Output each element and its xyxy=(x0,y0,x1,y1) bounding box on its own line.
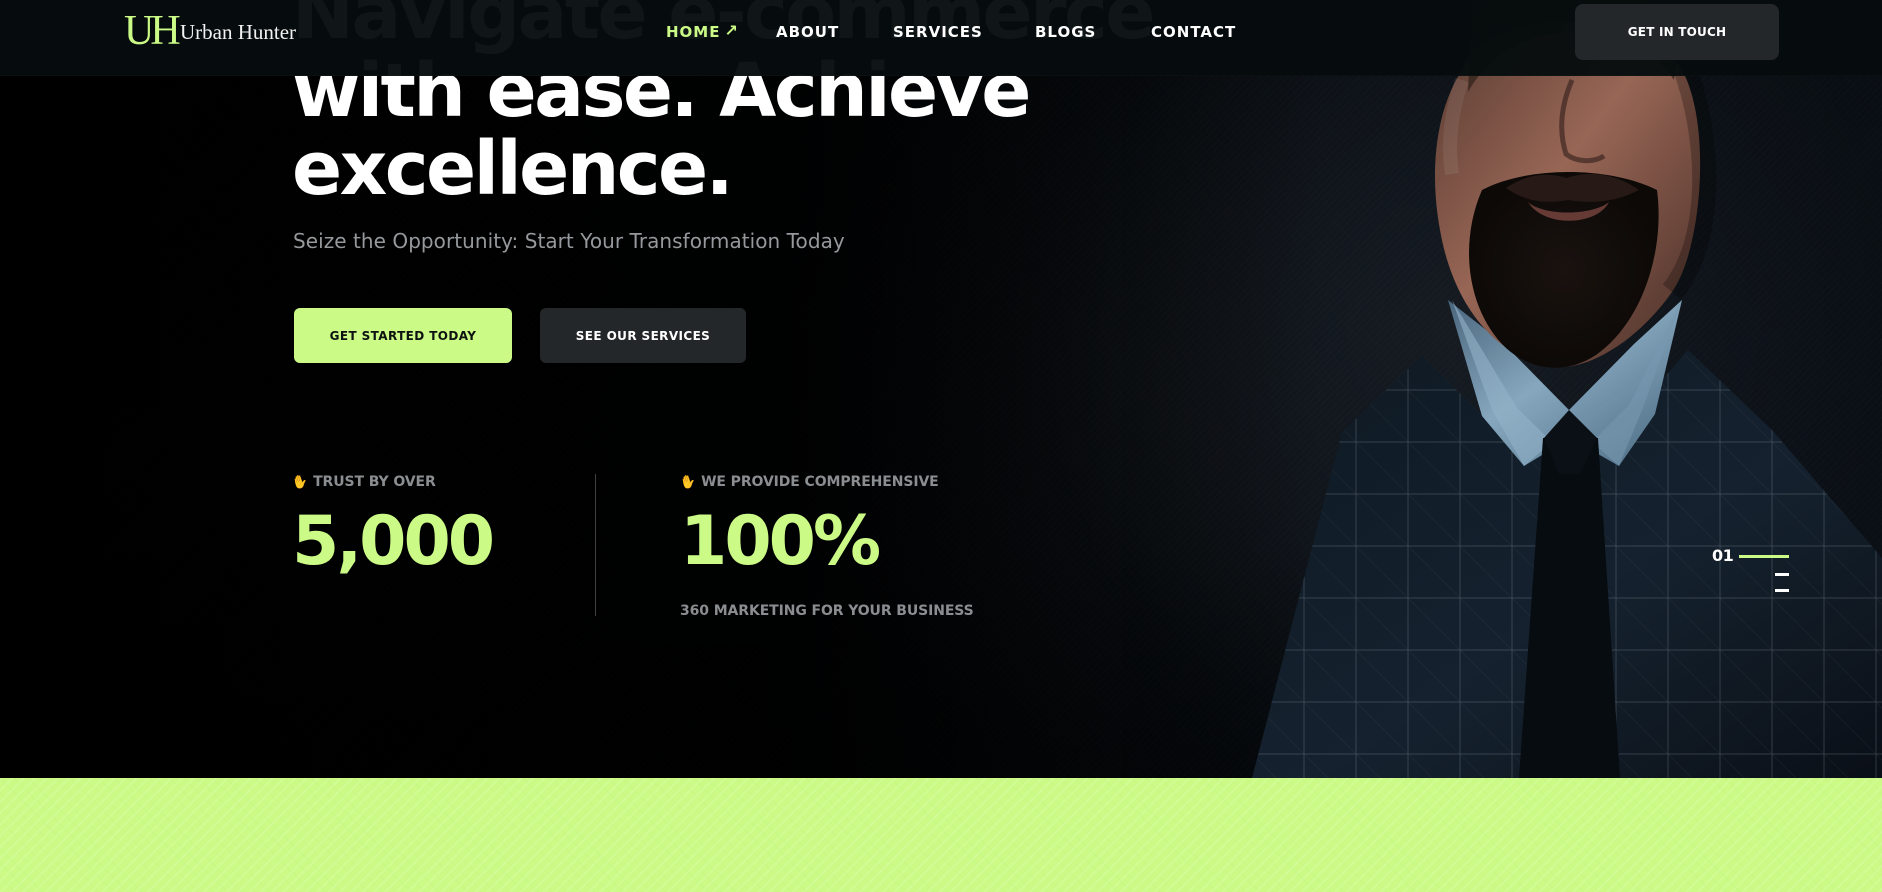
slide-indicator: 01 xyxy=(1712,546,1792,598)
marketing-coverage-value: 100% xyxy=(680,502,881,581)
see-services-button[interactable]: SEE OUR SERVICES xyxy=(540,308,746,363)
hero-section: Navigate e-commerce with ease. Achieve e… xyxy=(0,0,1882,778)
marketing-coverage-label: ✋ WE PROVIDE COMPREHENSIVE xyxy=(678,470,980,494)
top-navigation: UH Urban Hunter HOME ↗ ABOUT SERVICES BL… xyxy=(0,0,1882,76)
trusted-clients-value: 5,000 xyxy=(292,502,495,581)
marketing-coverage-stat: ✋ WE PROVIDE COMPREHENSIVE 100% 360 MARK… xyxy=(678,470,980,623)
trusted-clients-label: ✋ TRUST BY OVER xyxy=(290,470,552,494)
hero-subtitle: Seize the Opportunity: Start Your Transf… xyxy=(293,229,845,253)
main-menu: HOME ↗ ABOUT SERVICES BLOGS CONTACT xyxy=(666,21,1241,42)
nav-home-link[interactable]: HOME ↗ xyxy=(666,21,776,42)
trusted-clients-label-text: TRUST BY OVER xyxy=(313,474,436,490)
nav-contact-link[interactable]: CONTACT xyxy=(1151,22,1241,42)
stats-divider xyxy=(595,474,596,616)
nav-services-link[interactable]: SERVICES xyxy=(893,22,1035,42)
get-in-touch-button[interactable]: GET IN TOUCH xyxy=(1575,4,1779,60)
trusted-clients-stat: ✋ TRUST BY OVER 5,000 xyxy=(290,470,552,581)
nav-home-label: HOME xyxy=(666,23,721,41)
marketing-coverage-note: 360 MARKETING FOR YOUR BUSINESS xyxy=(680,603,974,619)
nav-blogs-link[interactable]: BLOGS xyxy=(1035,22,1151,42)
slide-line-3[interactable] xyxy=(1775,589,1789,592)
landing-page: Navigate e-commerce with ease. Achieve e… xyxy=(0,0,1882,892)
current-slide-number: 01 xyxy=(1712,546,1734,565)
brand-logo-mark: UH xyxy=(124,8,181,54)
marketing-coverage-label-text: WE PROVIDE COMPREHENSIVE xyxy=(701,474,939,490)
nav-about-link[interactable]: ABOUT xyxy=(776,22,893,42)
slide-line-2[interactable] xyxy=(1775,573,1789,576)
stats-section: ✋ TRUST BY OVER 5,000 ✋ WE PROVIDE COMPR… xyxy=(290,470,1052,623)
brand-name: Urban Hunter xyxy=(180,20,297,44)
waving-hand-icon: ✋ xyxy=(678,472,698,492)
waving-hand-icon: ✋ xyxy=(290,472,310,492)
arrow-up-right-icon: ↗ xyxy=(724,21,739,40)
brand-logo[interactable]: UH Urban Hunter xyxy=(124,8,297,54)
active-slide-line[interactable] xyxy=(1739,555,1789,558)
lime-section xyxy=(0,778,1882,892)
get-started-button[interactable]: GET STARTED TODAY xyxy=(294,308,512,363)
